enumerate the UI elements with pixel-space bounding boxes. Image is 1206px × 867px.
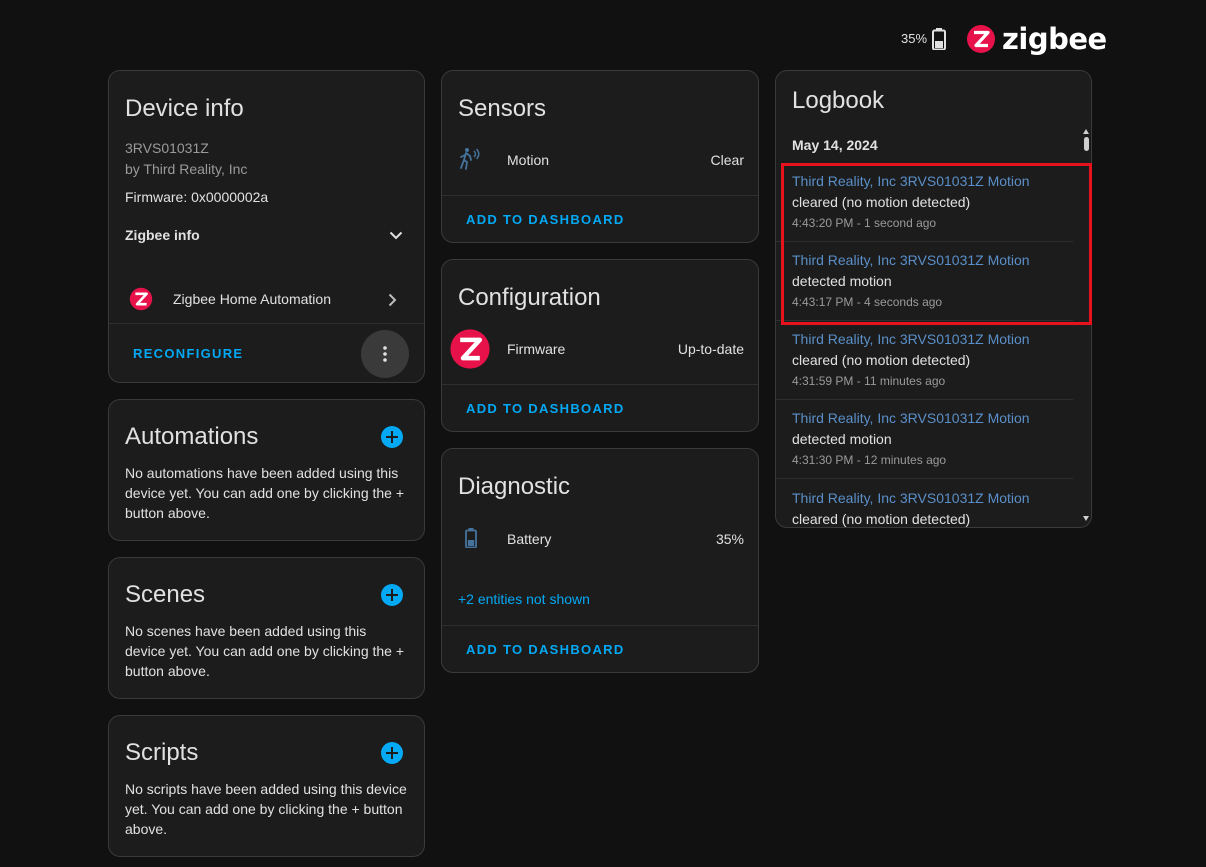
battery-icon <box>465 528 477 548</box>
log-entry-name[interactable]: Third Reality, Inc 3RVS01031Z Motion <box>792 490 1030 506</box>
scrollbar-thumb[interactable] <box>1083 137 1089 151</box>
sensors-title: Sensors <box>458 95 547 122</box>
log-entry: Third Reality, Inc 3RVS01031Z Motion cle… <box>776 480 1073 527</box>
reconfigure-button[interactable]: RECONFIGURE <box>133 346 243 361</box>
sensors-card: Sensors Motion Clear ADD TO DASHBOARD <box>441 70 759 243</box>
entity-name-firmware: Firmware <box>507 341 566 357</box>
zigbee-logo: zigbee <box>966 23 1107 55</box>
top-bar: 35% zigbee <box>0 20 1206 60</box>
add-automation-button[interactable] <box>381 426 403 448</box>
diagnostic-title: Diagnostic <box>458 473 571 500</box>
integration-row-zha[interactable]: Zigbee Home Automation <box>109 282 424 318</box>
add-script-button[interactable] <box>381 742 403 764</box>
entity-state-battery: 35% <box>715 531 744 547</box>
configuration-title: Configuration <box>458 284 601 311</box>
scenes-title: Scenes <box>125 581 206 608</box>
zigbee-info-label: Zigbee info <box>125 227 200 243</box>
scripts-card: Scripts No scripts have been added using… <box>108 715 425 857</box>
motion-sensor-icon <box>460 148 480 170</box>
log-entry-message: detected motion <box>792 431 892 447</box>
device-firmware: Firmware: 0x0000002a <box>125 189 269 205</box>
device-model: 3RVS01031Z <box>125 140 209 156</box>
more-options-button[interactable] <box>361 330 409 378</box>
scenes-card: Scenes No scenes have been added using t… <box>108 557 425 699</box>
entity-row-battery[interactable]: Battery 35% <box>442 522 758 554</box>
zigbee-logo-text: zigbee <box>1002 22 1107 56</box>
divider <box>109 323 424 324</box>
integration-label: Zigbee Home Automation <box>173 291 331 307</box>
sensors-add-to-dashboard-button[interactable]: ADD TO DASHBOARD <box>466 212 625 227</box>
battery-percentage: 35% <box>901 31 928 46</box>
zigbee-info-toggle[interactable]: Zigbee info <box>109 217 424 253</box>
automations-title: Automations <box>125 423 259 450</box>
diagnostic-add-to-dashboard-button[interactable]: ADD TO DASHBOARD <box>466 642 625 657</box>
entity-state-firmware: Up-to-date <box>677 341 744 357</box>
configuration-add-to-dashboard-button[interactable]: ADD TO DASHBOARD <box>466 401 625 416</box>
entity-name-motion: Motion <box>507 152 550 168</box>
zigbee-logo-icon <box>967 25 995 53</box>
entity-row-motion[interactable]: Motion Clear <box>442 143 758 175</box>
device-manufacturer: by Third Reality, Inc <box>125 161 248 177</box>
logbook-title: Logbook <box>792 87 885 114</box>
log-entry: Third Reality, Inc 3RVS01031Z Motion det… <box>776 400 1073 479</box>
entity-state-motion: Clear <box>710 152 744 168</box>
device-info-card: Device info 3RVS01031Z by Third Reality,… <box>108 70 425 383</box>
entity-name-battery: Battery <box>507 531 552 547</box>
scroll-up-arrow-icon <box>1083 129 1089 134</box>
scripts-description: No scripts have been added using this de… <box>125 781 407 837</box>
diagnostic-card: Diagnostic Battery 35% +2 entities not s… <box>441 448 759 673</box>
log-entry-message: cleared (no motion detected) <box>792 352 971 368</box>
device-info-title: Device info <box>125 95 244 122</box>
chevron-down-icon <box>389 231 403 240</box>
scripts-title: Scripts <box>125 739 199 766</box>
entity-row-firmware[interactable]: Firmware Up-to-date <box>442 328 758 370</box>
divider <box>442 384 758 385</box>
zigbee-icon <box>129 287 153 311</box>
log-entry-time: 4:31:59 PM - 11 minutes ago <box>792 374 946 388</box>
dots-vertical-icon <box>383 346 387 362</box>
chevron-right-icon <box>388 293 397 307</box>
divider <box>442 195 758 196</box>
automations-description: No automations have been added using thi… <box>125 465 405 521</box>
divider <box>442 625 758 626</box>
configuration-card: Configuration Firmware Up-to-date ADD TO… <box>441 259 759 432</box>
logbook-date: May 14, 2024 <box>792 137 878 153</box>
log-entry-time: 4:31:30 PM - 12 minutes ago <box>792 453 947 467</box>
scroll-down-arrow-icon <box>1083 516 1089 521</box>
highlight-box <box>781 163 1092 325</box>
battery-icon <box>932 28 946 50</box>
scenes-description: No scenes have been added using this dev… <box>125 623 405 679</box>
automations-card: Automations No automations have been add… <box>108 399 425 541</box>
log-entry-name[interactable]: Third Reality, Inc 3RVS01031Z Motion <box>792 331 1030 347</box>
zigbee-icon <box>450 329 490 369</box>
log-entry-message: cleared (no motion detected) <box>792 511 971 527</box>
add-scene-button[interactable] <box>381 584 403 606</box>
hidden-entities-link[interactable]: +2 entities not shown <box>458 591 590 607</box>
log-entry-name[interactable]: Third Reality, Inc 3RVS01031Z Motion <box>792 410 1030 426</box>
log-entry: Third Reality, Inc 3RVS01031Z Motion cle… <box>776 321 1073 400</box>
